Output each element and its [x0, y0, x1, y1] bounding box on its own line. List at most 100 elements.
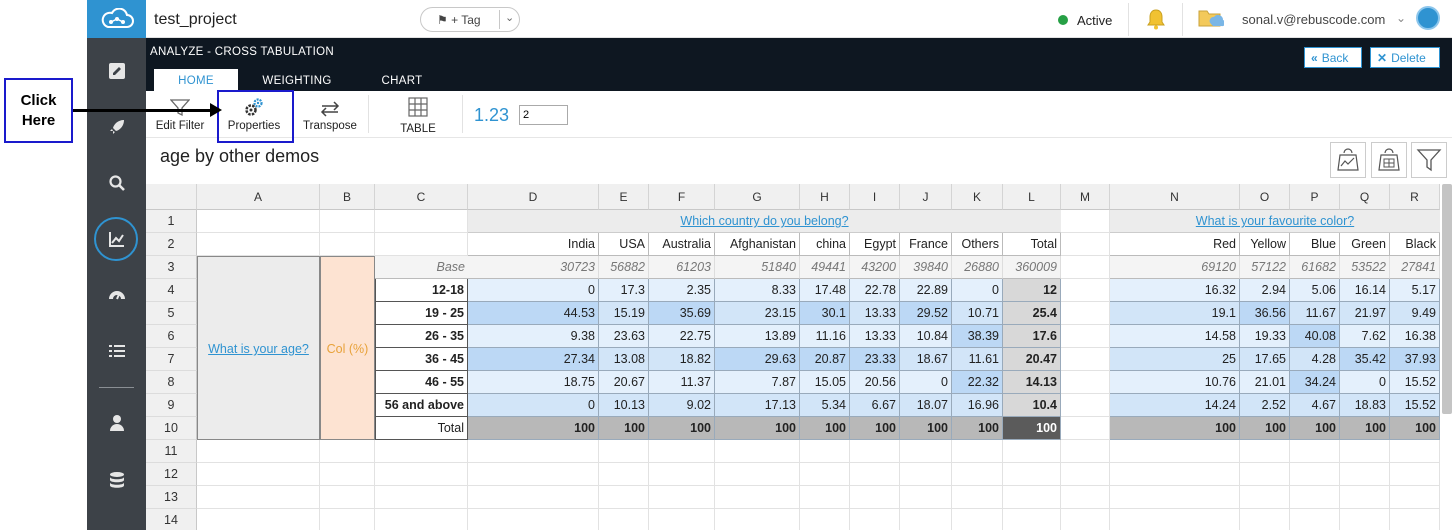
grid-cell[interactable]: [1240, 463, 1290, 486]
value-cell[interactable]: 100: [1240, 417, 1290, 440]
grid-cell[interactable]: [649, 509, 715, 530]
grid-cell[interactable]: [1061, 210, 1110, 233]
row-number[interactable]: 3: [146, 256, 197, 279]
value-cell[interactable]: 37.93: [1390, 348, 1440, 371]
column-header[interactable]: D: [468, 184, 599, 210]
value-cell[interactable]: 5.06: [1290, 279, 1340, 302]
grid-cell[interactable]: [1290, 463, 1340, 486]
sidebar-item-launch[interactable]: [87, 107, 146, 147]
value-cell[interactable]: 14.13: [1003, 371, 1061, 394]
value-cell[interactable]: 13.08: [599, 348, 649, 371]
tab-home[interactable]: HOME: [154, 69, 238, 91]
grid-cell[interactable]: [1110, 509, 1240, 530]
value-cell[interactable]: 29.63: [715, 348, 800, 371]
value-cell[interactable]: 18.07: [900, 394, 952, 417]
grid-cell[interactable]: [1061, 463, 1110, 486]
grid-cell[interactable]: [1290, 440, 1340, 463]
value-cell[interactable]: 44.53: [468, 302, 599, 325]
grid-cell[interactable]: [197, 233, 320, 256]
grid-cell[interactable]: [1061, 348, 1110, 371]
grid-cell[interactable]: [1003, 509, 1061, 530]
value-cell[interactable]: 10.71: [952, 302, 1003, 325]
row-number[interactable]: 6: [146, 325, 197, 348]
value-cell[interactable]: 4.67: [1290, 394, 1340, 417]
value-cell[interactable]: 0: [468, 394, 599, 417]
grid-cell[interactable]: [900, 509, 952, 530]
grid-cell[interactable]: [1240, 509, 1290, 530]
grid-cell[interactable]: [320, 463, 375, 486]
column-header[interactable]: N: [1110, 184, 1240, 210]
value-cell[interactable]: 18.67: [900, 348, 952, 371]
project-name[interactable]: test_project: [154, 11, 237, 29]
value-cell[interactable]: 9.02: [649, 394, 715, 417]
grid-cell[interactable]: [1061, 394, 1110, 417]
row-number[interactable]: 12: [146, 463, 197, 486]
column-header[interactable]: E: [599, 184, 649, 210]
grid-cell[interactable]: [1390, 486, 1440, 509]
sidebar-item-list[interactable]: [87, 331, 146, 371]
grid-cell[interactable]: [320, 440, 375, 463]
grid-cell[interactable]: [320, 210, 375, 233]
value-cell[interactable]: 30.1: [800, 302, 850, 325]
column-header[interactable]: K: [952, 184, 1003, 210]
column-header[interactable]: C: [375, 184, 468, 210]
tab-weighting[interactable]: WEIGHTING: [252, 69, 342, 91]
tab-chart[interactable]: CHART: [368, 69, 436, 91]
grid-cell[interactable]: [1340, 509, 1390, 530]
value-cell[interactable]: 0: [952, 279, 1003, 302]
grid-cell[interactable]: [320, 509, 375, 530]
value-cell[interactable]: 16.32: [1110, 279, 1240, 302]
grid-cell[interactable]: [850, 509, 900, 530]
grid-cell[interactable]: [599, 509, 649, 530]
weight-table-button[interactable]: [1371, 142, 1407, 178]
value-cell[interactable]: 13.33: [850, 325, 900, 348]
row-number[interactable]: 2: [146, 233, 197, 256]
row-number[interactable]: 13: [146, 486, 197, 509]
value-cell[interactable]: 15.19: [599, 302, 649, 325]
grid-cell[interactable]: [900, 486, 952, 509]
value-cell[interactable]: 13.89: [715, 325, 800, 348]
grid-cell[interactable]: [1061, 486, 1110, 509]
grid-cell[interactable]: [197, 210, 320, 233]
grid-cell[interactable]: [375, 463, 468, 486]
grid-cell[interactable]: [1061, 509, 1110, 530]
row-number[interactable]: 7: [146, 348, 197, 371]
grid-cell[interactable]: [1290, 509, 1340, 530]
value-cell[interactable]: 20.56: [850, 371, 900, 394]
grid-cell[interactable]: [715, 463, 800, 486]
grid-cell[interactable]: [800, 463, 850, 486]
grid-cell[interactable]: [1003, 440, 1061, 463]
column-header[interactable]: Q: [1340, 184, 1390, 210]
value-cell[interactable]: 100: [1110, 417, 1240, 440]
sidebar-item-dashboard[interactable]: [87, 275, 146, 315]
value-cell[interactable]: 14.24: [1110, 394, 1240, 417]
grid-cell[interactable]: [1390, 463, 1440, 486]
grid-cell[interactable]: [1061, 371, 1110, 394]
grid-cell[interactable]: [599, 486, 649, 509]
edit-filter-button[interactable]: Edit Filter: [148, 91, 212, 138]
value-cell[interactable]: 29.52: [900, 302, 952, 325]
value-cell[interactable]: 15.52: [1390, 371, 1440, 394]
column-header[interactable]: J: [900, 184, 952, 210]
weight-chart-button[interactable]: [1330, 142, 1366, 178]
value-cell[interactable]: 23.63: [599, 325, 649, 348]
grid-cell[interactable]: [1290, 486, 1340, 509]
value-cell[interactable]: 22.32: [952, 371, 1003, 394]
grid-cell[interactable]: [375, 509, 468, 530]
grid-cell[interactable]: [715, 486, 800, 509]
value-cell[interactable]: 17.48: [800, 279, 850, 302]
grid-cell[interactable]: [468, 509, 599, 530]
user-email[interactable]: sonal.v@rebuscode.com: [1242, 12, 1385, 27]
grid-cell[interactable]: [952, 440, 1003, 463]
value-cell[interactable]: 100: [1340, 417, 1390, 440]
value-cell[interactable]: 18.75: [468, 371, 599, 394]
grid-cell[interactable]: [599, 440, 649, 463]
grid-cell[interactable]: [649, 440, 715, 463]
row-number[interactable]: 8: [146, 371, 197, 394]
grid-cell[interactable]: [468, 440, 599, 463]
column-header[interactable]: O: [1240, 184, 1290, 210]
grid-cell[interactable]: [1003, 486, 1061, 509]
value-cell[interactable]: 22.89: [900, 279, 952, 302]
value-cell[interactable]: 11.67: [1290, 302, 1340, 325]
value-cell[interactable]: 100: [715, 417, 800, 440]
